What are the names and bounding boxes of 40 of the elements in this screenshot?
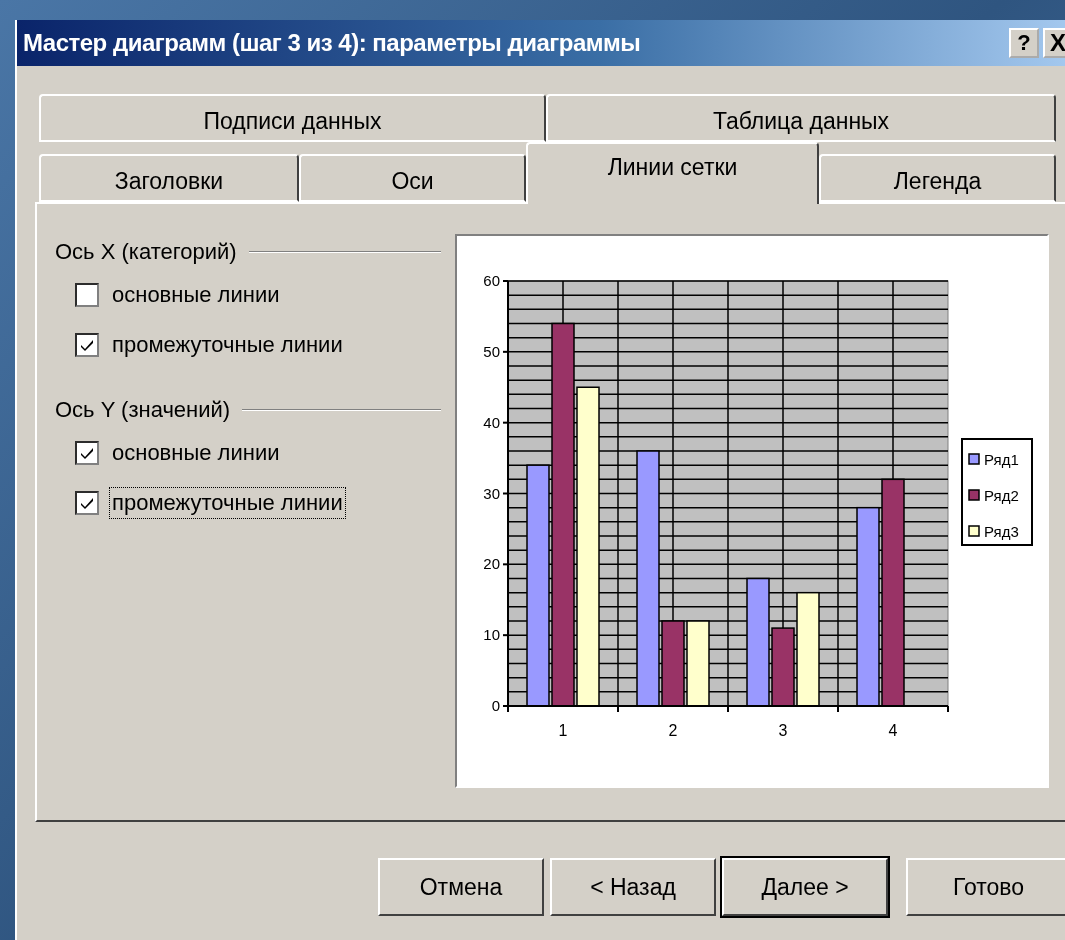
x-tick-label: 1 <box>558 722 568 739</box>
checkbox[interactable] <box>75 441 99 465</box>
tab[interactable]: Таблица данных <box>546 94 1056 142</box>
checkbox-label: основные линии <box>111 439 281 467</box>
y-tick-label: 50 <box>483 342 500 360</box>
legend-label: Ряд1 <box>984 451 1019 468</box>
checkmark-icon <box>80 338 94 352</box>
y-tick-label: 10 <box>483 626 500 644</box>
checkbox-label: основные линии <box>111 281 281 309</box>
dialog-button[interactable]: Далее > <box>722 858 888 916</box>
dialog-button[interactable]: Готово <box>906 858 1065 916</box>
checkbox-label: промежуточные линии <box>111 331 344 359</box>
x-tick-label: 4 <box>888 722 898 739</box>
legend-label: Ряд3 <box>984 523 1019 540</box>
y-tick-label: 0 <box>491 697 500 714</box>
window-title: Мастер диаграмм (шаг 3 из 4): параметры диаграммы <box>23 29 641 57</box>
checkbox-label: промежуточные линии <box>109 487 346 519</box>
y-tick-label: 30 <box>483 484 500 502</box>
checkmark-icon <box>80 496 94 510</box>
y-tick-label: 60 <box>483 272 500 289</box>
y-tick-label: 20 <box>483 555 500 573</box>
dialog-button[interactable]: < Назад <box>550 858 716 916</box>
x-tick-label: 2 <box>668 722 678 739</box>
tab[interactable]: Линии сетки <box>526 142 819 204</box>
checkbox[interactable] <box>75 333 99 357</box>
help-button[interactable]: ? <box>1009 28 1039 58</box>
checkbox[interactable] <box>75 491 99 515</box>
tab[interactable]: Подписи данных <box>39 94 546 142</box>
checkbox[interactable] <box>75 283 99 307</box>
group-title: Ось X (категорий) <box>55 239 237 265</box>
x-tick-label: 3 <box>778 722 788 739</box>
tab[interactable]: Оси <box>299 154 526 202</box>
y-tick-label: 40 <box>483 413 500 431</box>
checkmark-icon <box>80 446 94 460</box>
tab[interactable]: Легенда <box>819 154 1056 202</box>
group-title: Ось Y (значений) <box>55 397 231 423</box>
legend-label: Ряд2 <box>984 487 1019 504</box>
tab[interactable]: Заголовки <box>39 154 299 202</box>
dialog-button[interactable]: Отмена <box>378 858 544 916</box>
close-button[interactable]: X <box>1043 28 1065 58</box>
